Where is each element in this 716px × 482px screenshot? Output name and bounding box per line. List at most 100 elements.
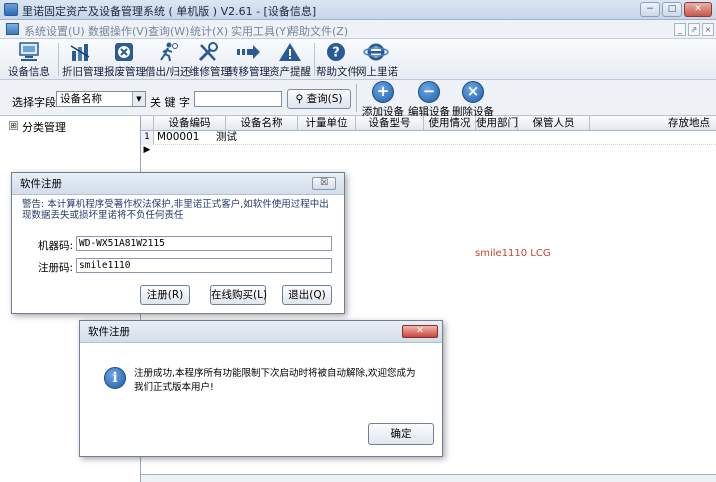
toolbar: 设备信息 折旧管理 报废管理 借出/归还 维修管理 转移管理 资产提醒 ? 帮助… bbox=[0, 39, 716, 80]
query-label: 查询(S) bbox=[306, 93, 343, 105]
internet-explorer-icon bbox=[363, 43, 389, 61]
row-indicator: 1 ▶ bbox=[141, 131, 154, 155]
menu-bar: 系统设置(U) 数据操作(V) 查询(W) 统计(X) 实用工具(Y) 帮助文件… bbox=[0, 20, 716, 39]
repair-button[interactable]: 维修管理 bbox=[189, 41, 231, 78]
watermark-text: smile1110 LCG bbox=[475, 248, 551, 259]
table-row[interactable]: 1 ▶ M00001 测试 bbox=[141, 131, 716, 155]
keyword-label: 关 键 字 bbox=[150, 96, 190, 109]
register-dialog-close-button[interactable]: ☒ bbox=[312, 177, 336, 190]
success-message-line2: 我们正式版本用户! bbox=[134, 382, 214, 393]
asset-reminder-label: 资产提醒 bbox=[269, 66, 311, 78]
menu-utilities[interactable]: 实用工具(Y) bbox=[231, 23, 290, 39]
close-icon: × bbox=[462, 81, 484, 103]
document-icon bbox=[6, 23, 19, 35]
success-dialog-close-button[interactable]: ✕ bbox=[402, 325, 438, 338]
mdi-close-button[interactable]: × bbox=[702, 23, 714, 36]
grid-footer bbox=[141, 474, 716, 482]
scrap-icon bbox=[115, 43, 133, 61]
column-header-model[interactable]: 设备型号 bbox=[356, 116, 424, 131]
chevron-down-icon[interactable]: ▼ bbox=[132, 92, 145, 106]
keyword-input[interactable] bbox=[194, 91, 282, 107]
toolbar-divider bbox=[58, 43, 59, 76]
register-dialog: 软件注册 ☒ 警告: 本计算机程序受著作权法保护,非里诺正式客户,如软件使用过程… bbox=[11, 172, 345, 314]
depreciation-label: 折旧管理 bbox=[62, 66, 104, 78]
exit-button[interactable]: 退出(Q) bbox=[282, 285, 332, 305]
column-header-location[interactable]: 存放地点 bbox=[590, 116, 716, 131]
app-icon bbox=[4, 3, 18, 16]
lend-return-label: 借出/归还 bbox=[145, 66, 191, 78]
help-icon: ? bbox=[327, 43, 345, 61]
registration-code-label: 注册码: bbox=[38, 262, 74, 274]
delete-device-button[interactable]: × 删除设备 bbox=[452, 81, 494, 118]
minimize-button[interactable]: − bbox=[640, 2, 660, 17]
minus-icon: − bbox=[418, 81, 440, 103]
column-header-unit[interactable]: 计量单位 bbox=[298, 116, 356, 131]
machine-code-field[interactable]: WD-WX51A81W2115 bbox=[76, 236, 332, 251]
success-message-line1: 注册成功,本程序所有功能限制下次启动时将被自动解除,欢迎您成为 bbox=[134, 368, 416, 379]
menu-system-settings[interactable]: 系统设置(U) bbox=[24, 23, 85, 39]
warning-text: 警告: 本计算机程序受著作权法保护,非里诺正式客户,如软件使用过程中出现数据丢失… bbox=[22, 199, 329, 221]
scrap-label: 报废管理 bbox=[104, 66, 146, 78]
search-bar: 选择字段 设备名称 ▼ 关 键 字 ⚲ 查询(S) + 添加设备 − 编辑设备 … bbox=[0, 80, 716, 118]
title-bar: 里诺固定资产及设备管理系统 ( 单机版 ) V2.61 - [设备信息] − □… bbox=[0, 0, 716, 20]
column-header-name[interactable]: 设备名称 bbox=[226, 116, 298, 131]
asset-reminder-button[interactable]: 资产提醒 bbox=[268, 41, 312, 78]
menu-statistics[interactable]: 统计(X) bbox=[190, 23, 228, 39]
column-header-department[interactable]: 使用部门 bbox=[476, 116, 518, 131]
column-header-status[interactable]: 使用情况 bbox=[424, 116, 476, 131]
device-info-label: 设备信息 bbox=[8, 66, 50, 78]
mdi-minimize-button[interactable]: _ bbox=[674, 23, 686, 36]
mdi-restore-button[interactable]: ⇗ bbox=[688, 23, 700, 36]
toolbar-divider bbox=[314, 43, 315, 76]
column-header-code[interactable]: 设备编码 bbox=[154, 116, 226, 131]
binoculars-icon: ⚲ bbox=[295, 93, 304, 105]
help-file-button[interactable]: ? 帮助文件 bbox=[316, 41, 358, 78]
online-lino-label: 网上里诺 bbox=[356, 66, 398, 78]
menu-data-operations[interactable]: 数据操作(V) bbox=[88, 23, 148, 39]
repair-label: 维修管理 bbox=[189, 66, 231, 78]
query-button[interactable]: ⚲ 查询(S) bbox=[287, 89, 351, 109]
menu-query[interactable]: 查询(W) bbox=[148, 23, 189, 39]
column-header-custodian[interactable]: 保管人员 bbox=[518, 116, 590, 131]
wrench-icon bbox=[198, 42, 218, 62]
bar-chart-icon bbox=[70, 44, 90, 61]
ok-button[interactable]: 确定 bbox=[368, 423, 434, 445]
search-divider bbox=[356, 84, 357, 112]
window-title: 里诺固定资产及设备管理系统 ( 单机版 ) V2.61 - [设备信息] bbox=[22, 5, 317, 18]
expand-icon[interactable]: ⊞ bbox=[9, 121, 18, 130]
success-dialog: 软件注册 ✕ i 注册成功,本程序所有功能限制下次启动时将被自动解除,欢迎您成为… bbox=[79, 320, 443, 457]
close-button[interactable]: ✕ bbox=[684, 2, 712, 17]
maximize-button[interactable]: □ bbox=[662, 2, 682, 17]
plus-icon: + bbox=[372, 81, 394, 103]
register-dialog-title: 软件注册 bbox=[12, 173, 344, 195]
field-select[interactable]: 设备名称 ▼ bbox=[56, 91, 146, 107]
grid-header: 设备编码 设备名称 计量单位 设备型号 使用情况 使用部门 保管人员 存放地点 bbox=[141, 116, 716, 131]
row-header-corner bbox=[141, 116, 154, 131]
buy-online-button[interactable]: 在线购买(L) bbox=[210, 285, 267, 305]
scrap-button[interactable]: 报废管理 bbox=[104, 41, 146, 78]
computer-icon bbox=[19, 42, 39, 61]
walking-person-icon bbox=[160, 42, 178, 62]
warning-icon bbox=[279, 43, 301, 61]
info-icon: i bbox=[104, 367, 126, 389]
transfer-button[interactable]: 转移管理 bbox=[228, 41, 270, 78]
device-info-button[interactable]: 设备信息 bbox=[4, 41, 54, 78]
transfer-label: 转移管理 bbox=[228, 66, 270, 78]
arrow-right-icon bbox=[237, 45, 260, 59]
tree-item-category-management[interactable]: 分类管理 bbox=[22, 119, 66, 135]
edit-device-button[interactable]: − 编辑设备 bbox=[408, 81, 450, 118]
field-select-label: 选择字段 bbox=[12, 96, 56, 109]
help-file-label: 帮助文件 bbox=[316, 66, 358, 78]
register-button[interactable]: 注册(R) bbox=[140, 285, 190, 305]
success-dialog-title: 软件注册 bbox=[80, 321, 442, 343]
online-lino-button[interactable]: 网上里诺 bbox=[356, 41, 398, 78]
depreciation-button[interactable]: 折旧管理 bbox=[62, 41, 104, 78]
svg-text:?: ? bbox=[332, 46, 340, 61]
cell-code[interactable]: M00001 bbox=[154, 131, 199, 145]
registration-code-field[interactable]: smile1110 bbox=[76, 258, 332, 273]
cell-name[interactable]: 测试 bbox=[213, 131, 237, 145]
lend-return-button[interactable]: 借出/归还 bbox=[145, 41, 191, 78]
field-select-value: 设备名称 bbox=[60, 93, 102, 105]
menu-help[interactable]: 帮助文件(Z) bbox=[288, 23, 348, 39]
add-device-button[interactable]: + 添加设备 bbox=[362, 81, 404, 118]
